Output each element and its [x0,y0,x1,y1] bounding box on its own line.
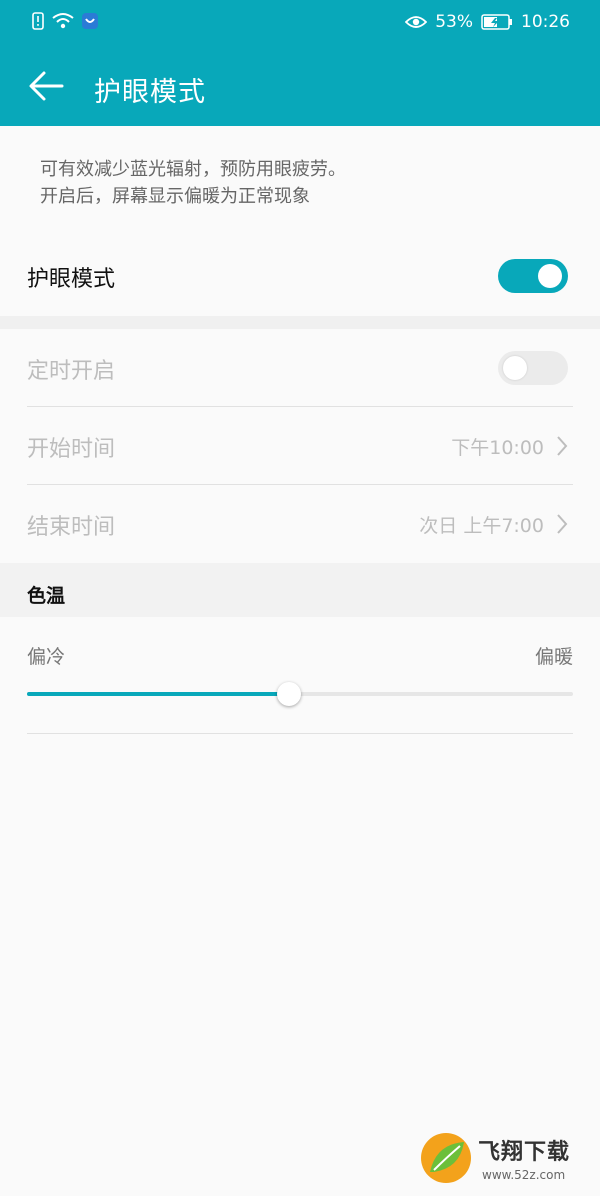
app-bar: 护眼模式 [0,46,600,126]
watermark-url: www.52z.com [482,1168,566,1182]
section-divider [0,316,600,329]
status-bar: 53% 10:26 [0,0,600,46]
description: 可有效减少蓝光辐射，预防用眼疲劳。 开启后，屏幕显示偏暖为正常现象 [40,156,560,210]
eye-mode-toggle[interactable] [498,259,568,293]
end-time-label: 结束时间 [27,515,116,540]
start-time-value: 下午10:00 [451,437,544,459]
page-title: 护眼模式 [94,77,206,108]
eye-comfort-icon [405,16,428,28]
watermark: 飞翔下载 www.52z.com [420,1130,590,1190]
color-temp-header: 色温 [0,563,600,617]
battery-charging-icon [481,14,512,30]
eye-mode-label: 护眼模式 [27,267,116,292]
status-time: 10:26 [521,12,570,32]
chevron-right-icon [557,436,568,456]
cool-label: 偏冷 [27,646,66,668]
toggle-knob [503,356,527,380]
slider-fill [27,692,290,696]
watermark-brand: 飞翔下载 [478,1140,571,1165]
back-button[interactable] [26,68,66,104]
end-time-row[interactable]: 结束时间 次日 上午7:00 [0,485,600,563]
end-time-value: 次日 上午7:00 [419,515,544,537]
leaf-logo-icon [421,1133,471,1183]
chevron-right-icon [557,514,568,534]
color-temp-slider[interactable] [27,680,573,710]
app-notification-icon [82,13,98,29]
schedule-row[interactable]: 定时开启 [0,329,600,407]
eye-mode-row[interactable]: 护眼模式 [0,236,600,316]
wifi-icon [52,13,74,29]
schedule-label: 定时开启 [27,359,116,384]
description-line-2: 开启后，屏幕显示偏暖为正常现象 [40,186,310,207]
warm-label: 偏暖 [534,646,573,668]
description-line-1: 可有效减少蓝光辐射，预防用眼疲劳。 [40,159,346,180]
arrow-left-icon [29,71,64,101]
battery-percent: 53% [435,12,473,32]
bottom-divider [27,733,573,734]
sim-alert-icon [32,12,44,30]
slider-thumb[interactable] [277,682,302,706]
start-time-label: 开始时间 [27,437,116,462]
color-temp-header-label: 色温 [27,585,66,607]
toggle-knob [538,264,562,288]
schedule-toggle[interactable] [498,351,568,385]
start-time-row[interactable]: 开始时间 下午10:00 [0,407,600,485]
